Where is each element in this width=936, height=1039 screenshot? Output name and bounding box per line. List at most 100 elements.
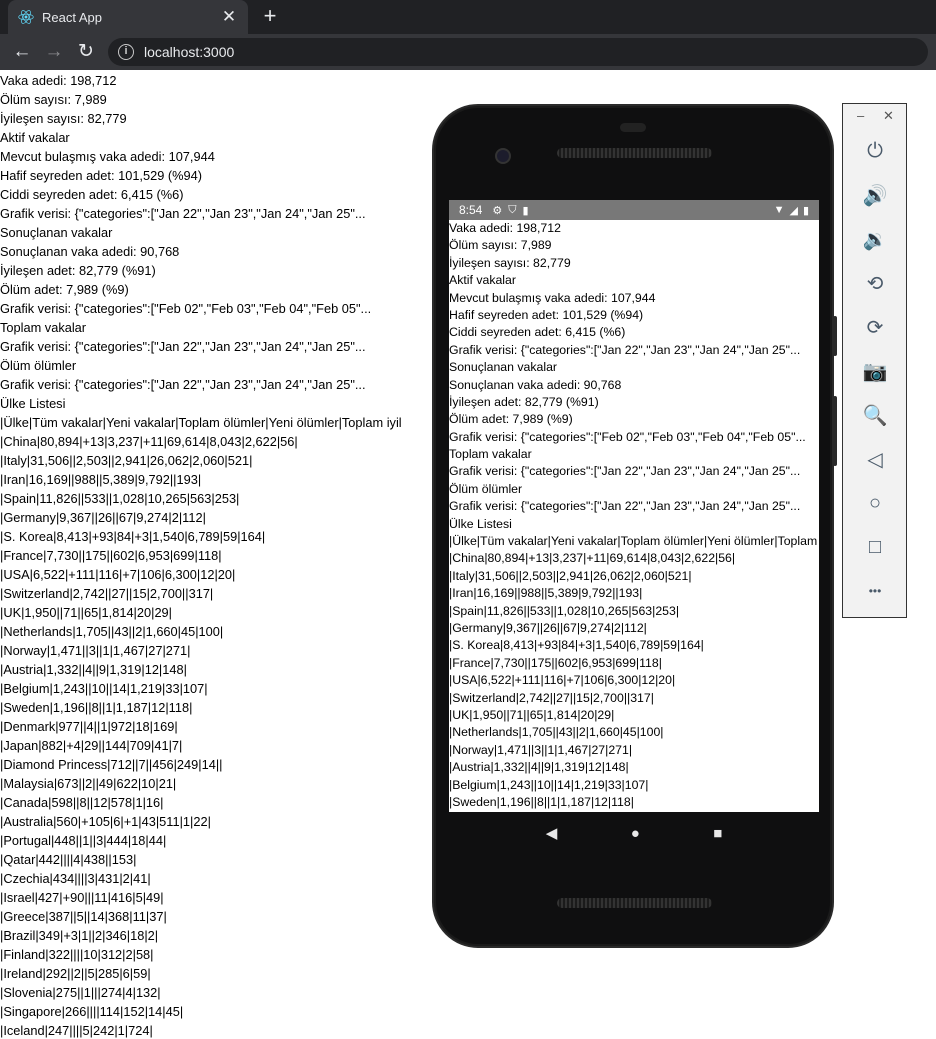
page-text-line: Ölüm adet: 7,989 (%9) [0, 282, 129, 297]
browser-tab[interactable]: React App ✕ [8, 0, 248, 34]
page-text-line: Ülke Listesi [0, 396, 66, 411]
camera-icon[interactable]: 📷 [861, 357, 889, 385]
phone-text-line: |Norway|1,471||3||1|1,467|27|271| [449, 742, 633, 757]
more-icon[interactable]: ••• [861, 577, 889, 605]
page-text-line: Toplam vakalar [0, 320, 87, 335]
page-text-line: |UK|1,950||71||65|1,814|20|29| [0, 605, 173, 620]
phone-text-line: Sonuçlanan vaka adedi: 90,768 [449, 377, 622, 392]
panel-close-button[interactable]: ✕ [883, 108, 894, 124]
side-button [833, 316, 837, 356]
phone-text-line: |Iran|16,169||988||5,389|9,792||193| [449, 586, 643, 601]
phone-text-line: |USA|6,522|+111|116|+7|106|6,300|12|20| [449, 673, 676, 688]
page-text-line: |Spain|11,826||533||1,028|10,265|563|253… [0, 491, 240, 506]
page-text-line: Ölüm ölümler [0, 358, 77, 373]
phone-text-line: |France|7,730||175||602|6,953|699|118| [449, 655, 662, 670]
reload-button[interactable]: ↻ [74, 40, 98, 64]
front-camera [495, 148, 511, 164]
rotate-left-icon[interactable]: ⟲ [861, 269, 889, 297]
forward-button[interactable]: → [42, 40, 66, 64]
page-text-line: |Switzerland|2,742||27||15|2,700||317| [0, 586, 214, 601]
page-text-line: |Malaysia|673||2||49|622|10|21| [0, 776, 177, 791]
back-button[interactable]: ← [10, 40, 34, 64]
page-text-line: |Canada|598||8||12|578|1|16| [0, 795, 164, 810]
rotate-right-icon[interactable]: ⟳ [861, 313, 889, 341]
phone-text-line: |Germany|9,367||26||67|9,274|2|112| [449, 620, 647, 635]
phone-screen[interactable]: 8:54 ⚙ ⛉ ▮ ▼ ◢ ▮ Vaka adedi: 198,712 Ölüm… [449, 200, 819, 812]
overview-icon[interactable]: □ [861, 533, 889, 561]
page-text-line: Grafik verisi: {"categories":["Jan 22","… [0, 339, 366, 354]
page-text-line: İyileşen adet: 82,779 (%91) [0, 263, 156, 278]
back-icon[interactable]: ◁ [861, 445, 889, 473]
page-content: Vaka adedi: 198,712 Ölüm sayısı: 7,989 İyi… [0, 71, 440, 1039]
page-text-line: |Sweden|1,196||8||1|1,187|12|118| [0, 700, 193, 715]
page-text-line: |Singapore|266||||114|152|14|45| [0, 1004, 184, 1019]
browser-tab-bar: React App ✕ + [0, 0, 936, 34]
panel-minimize-button[interactable]: – [857, 108, 864, 123]
page-text-line: |Finland|322||||10|312|2|58| [0, 947, 154, 962]
phone-text-line: Hafif seyreden adet: 101,529 (%94) [449, 307, 644, 322]
phone-text-line: Aktif vakalar [449, 273, 516, 288]
zoom-icon[interactable]: 🔍 [861, 401, 889, 429]
battery-icon: ▮ [802, 204, 809, 217]
phone-text-line: |Ülke|Tüm vakalar|Yeni vakalar|Toplam öl… [449, 534, 818, 549]
phone-text-line: |China|80,894|+13|3,237|+11|69,614|8,043… [449, 551, 736, 566]
page-text-line: |Belgium|1,243||10||14|1,219|33|107| [0, 681, 208, 696]
page-text-line: Grafik verisi: {"categories":["Jan 22","… [0, 206, 366, 221]
page-text-line: |S. Korea|8,413|+93|84|+3|1,540|6,789|59… [0, 529, 266, 544]
volume-up-icon[interactable]: 🔊 [861, 181, 889, 209]
browser-toolbar: ← → ↻ i localhost:3000 [0, 34, 936, 70]
phone-text-line: İyileşen adet: 82,779 (%91) [449, 394, 599, 409]
phone-text-line: Ölüm ölümler [449, 481, 523, 496]
page-text-line: |Iran|16,169||988||5,389|9,792||193| [0, 472, 202, 487]
page-text-line: Ölüm sayısı: 7,989 [0, 92, 107, 107]
url-text: localhost:3000 [144, 44, 235, 60]
shield-icon: ⛉ [508, 203, 517, 216]
page-text-line: |Denmark|977||4||1|972|18|169| [0, 719, 178, 734]
power-icon[interactable]: ⏻ [861, 137, 889, 165]
page-text-line: |USA|6,522|+111|116|+7|106|6,300|12|20| [0, 567, 236, 582]
page-text-line: |Netherlands|1,705||43||2|1,660|45|100| [0, 624, 224, 639]
phone-text-line: Ciddi seyreden adet: 6,415 (%6) [449, 325, 626, 340]
page-text-line: |Iceland|247||||5|242|1|724| [0, 1023, 153, 1038]
page-text-line: |Slovenia|275||1|||274|4|132| [0, 985, 161, 1000]
info-icon[interactable]: i [118, 44, 134, 60]
volume-down-icon[interactable]: 🔉 [861, 225, 889, 253]
page-text-line: |Austria|1,332||4||9|1,319|12|148| [0, 662, 187, 677]
react-logo-icon [18, 9, 34, 25]
earpiece-speaker [557, 148, 712, 158]
nav-recents-button[interactable]: ■ [713, 825, 722, 842]
nav-back-button[interactable]: ◀ [546, 824, 558, 842]
phone-text-line: Vaka adedi: 198,712 [449, 221, 561, 235]
page-text-line: |Brazil|349|+3|1||2|346|18|2| [0, 928, 159, 943]
phone-text-line: Grafik verisi: {"categories":["Jan 22","… [449, 464, 801, 479]
page-text-line: Mevcut bulaşmış vaka adedi: 107,944 [0, 149, 215, 164]
page-text-line: Sonuçlanan vaka adedi: 90,768 [0, 244, 180, 259]
page-text-line: |China|80,894|+13|3,237|+11|69,614|8,043… [0, 434, 298, 449]
page-text-line: Ciddi seyreden adet: 6,415 (%6) [0, 187, 184, 202]
phone-text-line: Grafik verisi: {"categories":["Jan 22","… [449, 342, 801, 357]
phone-text-line: Toplam vakalar [449, 447, 532, 462]
nav-home-button[interactable]: ● [631, 825, 640, 842]
page-text-line: |Norway|1,471||3||1|1,467|27|271| [0, 643, 191, 658]
phone-text-line: Grafik verisi: {"categories":["Feb 02","… [449, 429, 806, 444]
address-bar[interactable]: i localhost:3000 [108, 38, 928, 66]
android-nav-bar: ◀ ● ■ [449, 812, 819, 854]
page-text-line: |Japan|882|+4|29||144|709|41|7| [0, 738, 183, 753]
phone-text-line: |UK|1,950||71||65|1,814|20|29| [449, 707, 615, 722]
phone-text-line: Ülke Listesi [449, 516, 512, 531]
new-tab-button[interactable]: + [258, 4, 282, 28]
page-text-line: |Qatar|442||||4|438||153| [0, 852, 137, 867]
tab-close-icon[interactable]: ✕ [220, 8, 238, 26]
page-text-line: İyileşen sayısı: 82,779 [0, 111, 127, 126]
page-text-line: |Australia|560|+105|6|+1|43|511|1|22| [0, 814, 211, 829]
page-text-line: Grafik verisi: {"categories":["Feb 02","… [0, 301, 372, 316]
page-text-line: |Germany|9,367||26||67|9,274|2|112| [0, 510, 206, 525]
phone-text-line: Ölüm adet: 7,989 (%9) [449, 412, 573, 427]
phone-text-line: Grafik verisi: {"categories":["Jan 22","… [449, 499, 801, 514]
page-text-line: Sonuçlanan vakalar [0, 225, 113, 240]
page-text-line: Vaka adedi: 198,712 [0, 73, 117, 88]
page-text-line: Grafik verisi: {"categories":["Jan 22","… [0, 377, 366, 392]
phone-app-content: Vaka adedi: 198,712 Ölüm sayısı: 7,989 İyi… [449, 220, 819, 811]
home-icon[interactable]: ○ [861, 489, 889, 517]
phone-text-line: İyileşen sayısı: 82,779 [449, 255, 571, 270]
